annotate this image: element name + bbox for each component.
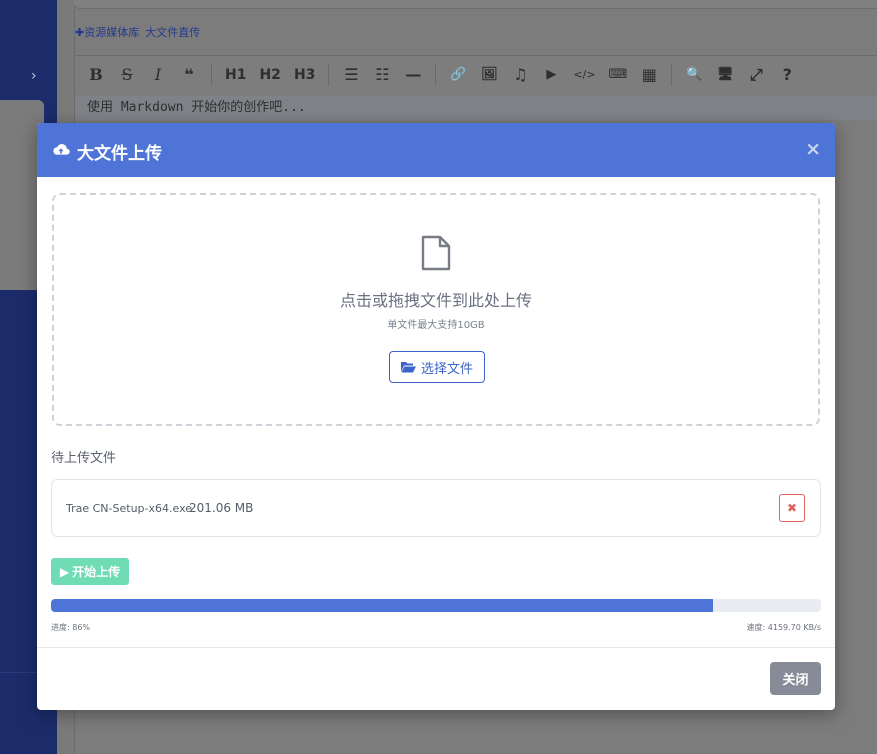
help-icon[interactable]: ? — [778, 65, 796, 84]
modal-title: 大文件上传 — [77, 144, 162, 164]
file-dropzone[interactable]: 点击或拖拽文件到此处上传 单文件最大支持10GB 选择文件 — [52, 193, 820, 426]
audio-button[interactable]: ♫ — [511, 65, 529, 84]
file-size: 201.06 MB — [189, 501, 254, 515]
file-icon — [421, 235, 451, 271]
toolbar-divider — [435, 63, 437, 86]
link-button[interactable]: 🔗 — [449, 67, 467, 82]
dropzone-limit-text: 单文件最大支持10GB — [387, 320, 485, 331]
chevron-right-icon[interactable]: › — [31, 68, 37, 84]
close-button[interactable]: 关闭 — [770, 662, 821, 695]
start-upload-label: 开始上传 — [72, 565, 121, 579]
strikethrough-button[interactable]: S — [118, 65, 136, 84]
editor-links: ✚资源媒体库 大文件直传 — [75, 24, 206, 40]
preview-icon[interactable]: 🖥 — [716, 67, 734, 82]
cloud-upload-icon — [53, 144, 70, 155]
quote-button[interactable]: ❝ — [180, 65, 198, 84]
dropzone-text: 点击或拖拽文件到此处上传 — [339, 291, 532, 310]
toolbar-divider — [211, 63, 212, 86]
folder-open-icon — [400, 362, 416, 373]
upload-modal: 大文件上传 × 点击或拖拽文件到此处上传 单文件最大支持10GB 选择文件 待上… — [37, 123, 835, 710]
modal-header: 大文件上传 × — [37, 123, 835, 177]
title-field[interactable] — [74, 0, 877, 9]
file-list-item: Trae CN-Setup-x64.exe 201.06 MB ✖ — [51, 479, 821, 537]
table-button[interactable]: ▦ — [640, 65, 658, 84]
choose-file-label: 选择文件 — [420, 361, 473, 377]
upload-progress-fill — [51, 599, 714, 612]
play-icon: ▶ — [59, 564, 70, 579]
remove-file-button[interactable]: ✖ — [779, 494, 805, 522]
h1-button[interactable]: H1 — [225, 67, 246, 83]
media-library-link[interactable]: ✚资源媒体库 — [75, 26, 139, 39]
start-upload-button[interactable]: ▶ 开始上传 — [51, 558, 129, 585]
hr-button[interactable]: — — [404, 65, 422, 84]
bold-button[interactable]: B — [87, 65, 105, 84]
toolbar-divider — [671, 63, 673, 86]
progress-text: 进度: 86% — [51, 623, 91, 632]
h3-button[interactable]: H3 — [294, 67, 315, 83]
video-button[interactable]: ▶ — [542, 67, 560, 82]
fullscreen-icon[interactable]: ⤢ — [747, 65, 765, 85]
file-name: Trae CN-Setup-x64.exe — [66, 502, 193, 515]
search-icon[interactable]: 🔍 — [685, 67, 703, 82]
h2-button[interactable]: H2 — [259, 67, 280, 83]
choose-file-button[interactable]: 选择文件 — [389, 351, 485, 383]
close-icon[interactable]: × — [805, 138, 821, 160]
image-button[interactable]: 🖼 — [480, 67, 498, 82]
upload-progress-bar — [51, 599, 821, 612]
list-ol-button[interactable]: ☷ — [373, 65, 391, 84]
italic-button[interactable]: I — [149, 65, 167, 84]
speed-text: 速度: 4159.70 KB/s — [746, 623, 821, 632]
modal-footer: 关闭 — [37, 647, 835, 710]
list-ul-button[interactable]: ☰ — [342, 65, 360, 84]
toolbar-divider — [328, 63, 330, 86]
code-file-button[interactable]: ⌨ — [609, 67, 628, 82]
markdown-toolbar: B S I ❝ H1 H2 H3 ☰ ☷ — 🔗 🖼 ♫ ▶ </> ⌨ ▦ 🔍… — [74, 55, 877, 93]
close-icon: ✖ — [786, 501, 798, 515]
pending-files-label: 待上传文件 — [51, 451, 117, 466]
code-button[interactable]: </> — [573, 68, 595, 81]
large-file-upload-link[interactable]: 大文件直传 — [145, 26, 200, 39]
editor-placeholder[interactable]: 使用 Markdown 开始你的创作吧... — [75, 96, 877, 120]
